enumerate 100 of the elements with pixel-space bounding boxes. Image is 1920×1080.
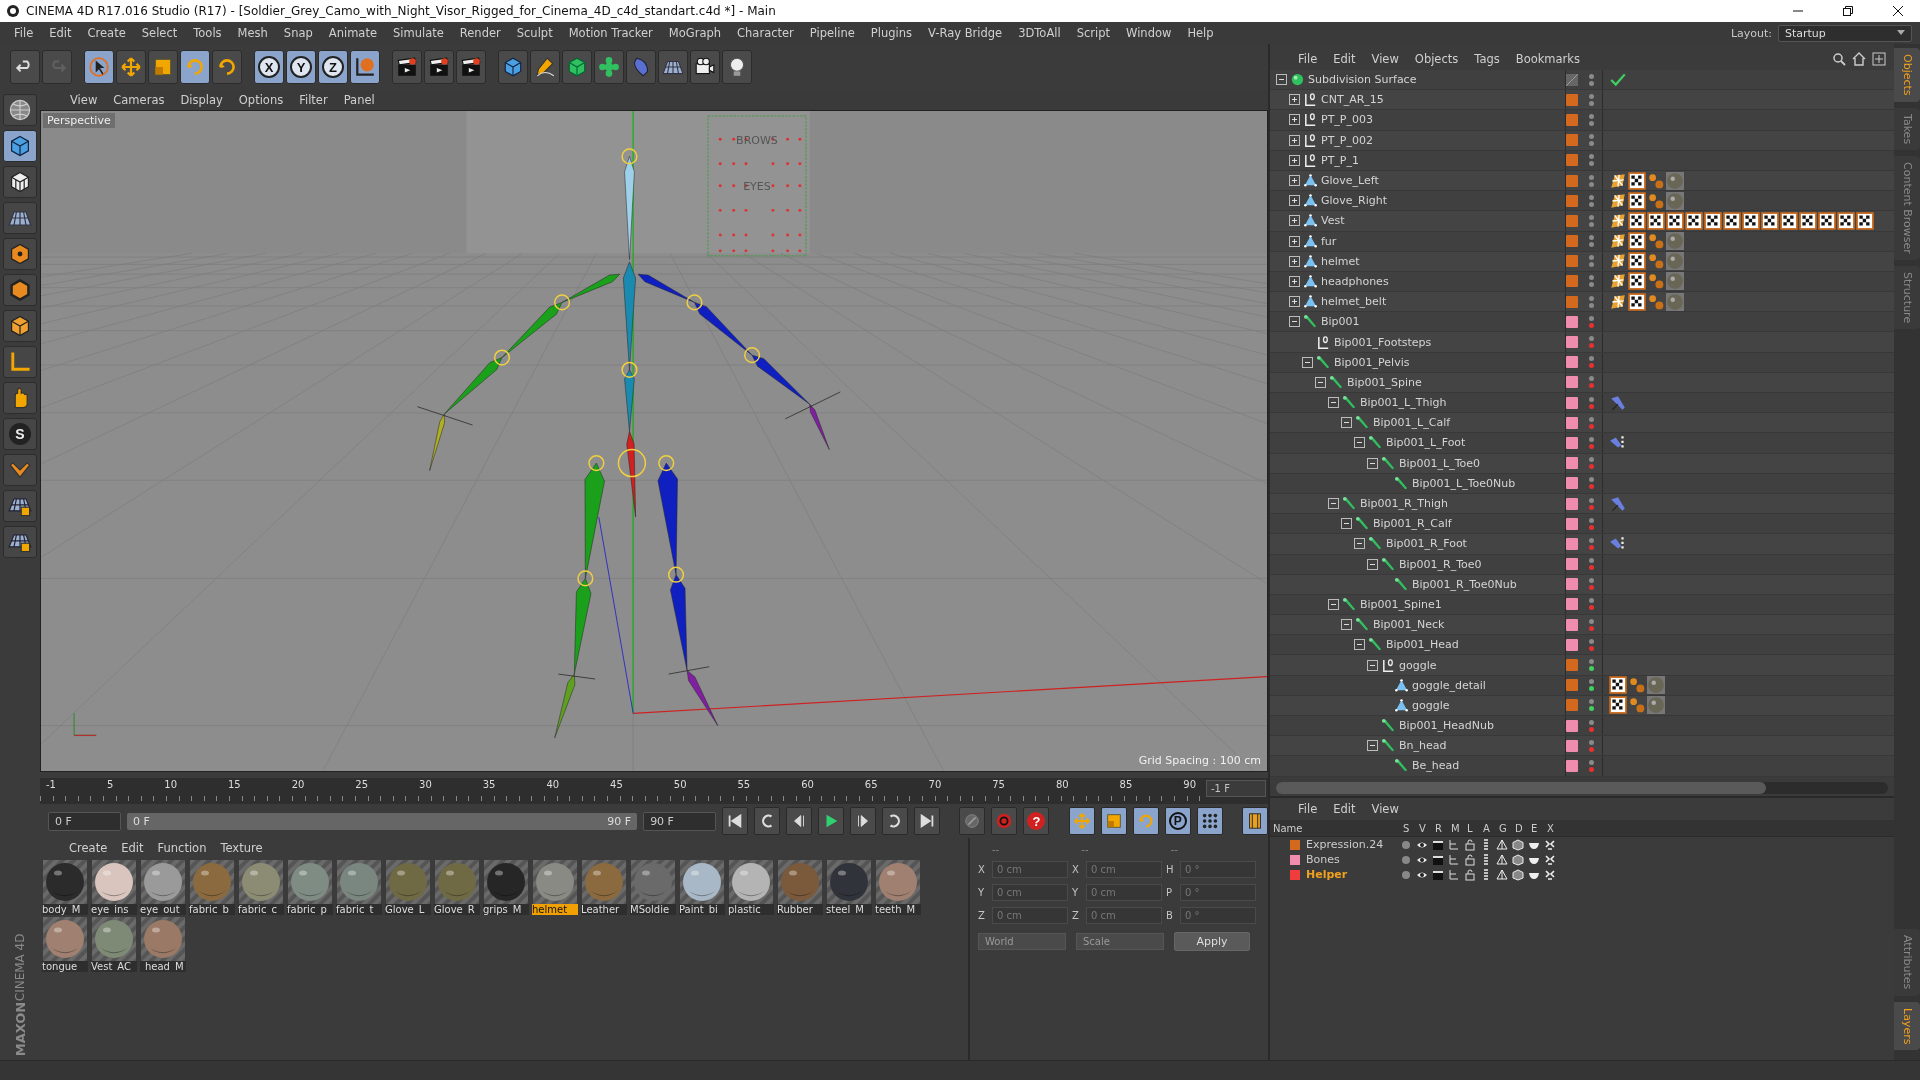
- object-name[interactable]: CNT_AR_15: [1321, 93, 1384, 107]
- material-name[interactable]: tongue_: [42, 961, 88, 972]
- menu-item[interactable]: Edit: [1325, 802, 1364, 816]
- column-header[interactable]: Name: [1270, 822, 1400, 834]
- menu-item[interactable]: Character: [729, 26, 802, 40]
- object-name[interactable]: Bip001_R_Toe0Nub: [1412, 577, 1517, 591]
- side-tab[interactable]: Layers: [1894, 1001, 1920, 1050]
- material-name[interactable]: grips_M: [483, 904, 529, 915]
- menu-item[interactable]: Display: [172, 93, 231, 107]
- object-name[interactable]: Vest: [1321, 214, 1345, 228]
- material-name[interactable]: Vest_AC: [91, 961, 137, 972]
- material-name[interactable]: fabric_b: [189, 904, 235, 915]
- material-name[interactable]: Glove_L: [385, 904, 431, 915]
- axis-lock-button[interactable]: X: [254, 50, 284, 84]
- object-name[interactable]: Bip001_L_Toe0: [1399, 456, 1481, 470]
- material-name[interactable]: Glove_R: [434, 904, 480, 915]
- menu-item[interactable]: Panel: [335, 93, 383, 107]
- object-name[interactable]: Bip001_R_Calf: [1373, 517, 1452, 531]
- object-name[interactable]: headphones: [1321, 274, 1389, 288]
- column-header[interactable]: E: [1528, 822, 1544, 834]
- object-name[interactable]: Bip001_Spine1: [1360, 597, 1442, 611]
- menu-item[interactable]: Tools: [185, 26, 230, 40]
- column-header[interactable]: X: [1544, 822, 1560, 834]
- object-name[interactable]: Bip001_Neck: [1373, 618, 1445, 632]
- column-header[interactable]: M: [1448, 822, 1464, 834]
- menu-item[interactable]: Tags: [1466, 52, 1508, 66]
- menu-item[interactable]: File: [1290, 802, 1326, 816]
- object-name[interactable]: Bn_head: [1399, 739, 1447, 753]
- menu-item[interactable]: Options: [230, 93, 292, 107]
- menu-item[interactable]: Texture: [213, 841, 270, 855]
- menu-item[interactable]: Motion Tracker: [560, 26, 661, 40]
- material-name[interactable]: plastic_: [728, 904, 774, 915]
- menu-item[interactable]: Script: [1068, 26, 1119, 40]
- column-header[interactable]: V: [1416, 822, 1432, 834]
- object-name[interactable]: Bip001_Footsteps: [1334, 335, 1432, 349]
- menu-item[interactable]: MoGraph: [660, 26, 730, 40]
- material-name[interactable]: Leather_: [581, 904, 627, 915]
- menu-item[interactable]: Snap: [275, 26, 321, 40]
- menu-item[interactable]: View: [1363, 802, 1407, 816]
- menu-item[interactable]: Help: [1179, 26, 1222, 40]
- object-name[interactable]: helmet: [1321, 254, 1360, 268]
- menu-item[interactable]: V-Ray Bridge: [920, 26, 1011, 40]
- object-name[interactable]: Bip001_R_Toe0: [1399, 557, 1482, 571]
- start-frame-field[interactable]: 0 F: [48, 811, 122, 831]
- menu-item[interactable]: Simulate: [385, 26, 452, 40]
- column-header[interactable]: G: [1496, 822, 1512, 834]
- menu-item[interactable]: Animate: [320, 26, 385, 40]
- object-name[interactable]: Subdivision Surface: [1308, 73, 1417, 87]
- object-name[interactable]: Bip001_Spine: [1347, 375, 1422, 389]
- layer-name[interactable]: Bones: [1306, 853, 1340, 866]
- object-name[interactable]: Bip001_L_Foot: [1386, 436, 1466, 450]
- object-name[interactable]: fur: [1321, 234, 1337, 248]
- viewport[interactable]: BROWS EYES Perspective Grid Spacing : 100 cm: [40, 110, 1268, 772]
- material-name[interactable]: helmet_: [532, 904, 578, 915]
- object-name[interactable]: Bip001_R_Foot: [1386, 537, 1467, 551]
- object-name[interactable]: PT_P_002: [1321, 133, 1373, 147]
- menu-item[interactable]: Plugins: [862, 26, 921, 40]
- menu-item[interactable]: File: [6, 26, 42, 40]
- menu-item[interactable]: Select: [133, 26, 186, 40]
- menu-item[interactable]: Filter: [291, 93, 336, 107]
- object-name[interactable]: Glove_Right: [1321, 194, 1388, 208]
- object-name[interactable]: helmet_belt: [1321, 295, 1387, 309]
- material-name[interactable]: fabric_p: [287, 904, 333, 915]
- object-name[interactable]: Bip001_Pelvis: [1334, 355, 1410, 369]
- material-name[interactable]: teeth_M: [875, 904, 921, 915]
- menu-item[interactable]: View: [1363, 52, 1407, 66]
- material-name[interactable]: MSoldie: [630, 904, 676, 915]
- material-name[interactable]: fabric_c: [238, 904, 284, 915]
- column-header[interactable]: R: [1432, 822, 1448, 834]
- current-frame-field[interactable]: -1 F: [1206, 780, 1266, 797]
- menu-item[interactable]: Cameras: [105, 93, 173, 107]
- object-name[interactable]: Bip001_R_Thigh: [1360, 497, 1448, 511]
- end-frame-field[interactable]: 90 F: [643, 811, 717, 831]
- object-name[interactable]: goggle_detail: [1412, 678, 1486, 692]
- menu-item[interactable]: Edit: [41, 26, 80, 40]
- object-name[interactable]: Bip001_L_Thigh: [1360, 396, 1447, 410]
- object-name[interactable]: Be_head: [1412, 759, 1460, 773]
- object-name[interactable]: PT_P_1: [1321, 153, 1359, 167]
- menu-item[interactable]: 3DToAll: [1010, 26, 1069, 40]
- menu-item[interactable]: View: [62, 93, 106, 107]
- side-tab[interactable]: Objects: [1894, 48, 1920, 102]
- menu-item[interactable]: File: [1290, 52, 1326, 66]
- material-name[interactable]: Rubber_: [777, 904, 823, 915]
- layer-name[interactable]: Expression.24: [1306, 838, 1384, 851]
- autokey-button[interactable]: ?: [1023, 807, 1050, 835]
- menu-item[interactable]: Create: [62, 841, 115, 855]
- object-name[interactable]: Bip001: [1321, 315, 1360, 329]
- snap-button[interactable]: S: [3, 418, 37, 450]
- object-name[interactable]: Bip001_L_Toe0Nub: [1412, 476, 1516, 490]
- menu-item[interactable]: Window: [1118, 26, 1180, 40]
- object-name[interactable]: Glove_Left: [1321, 174, 1379, 188]
- material-name[interactable]: steel_M: [826, 904, 872, 915]
- param-button[interactable]: P: [1164, 807, 1191, 835]
- menu-item[interactable]: Create: [79, 26, 134, 40]
- object-name[interactable]: Bip001_Head: [1386, 638, 1459, 652]
- column-header[interactable]: A: [1480, 822, 1496, 834]
- menu-item[interactable]: Sculpt: [508, 26, 561, 40]
- menu-item[interactable]: Edit: [114, 841, 151, 855]
- material-name[interactable]: _head_M: [140, 961, 186, 972]
- layout-dropdown[interactable]: Startup: [1778, 24, 1912, 42]
